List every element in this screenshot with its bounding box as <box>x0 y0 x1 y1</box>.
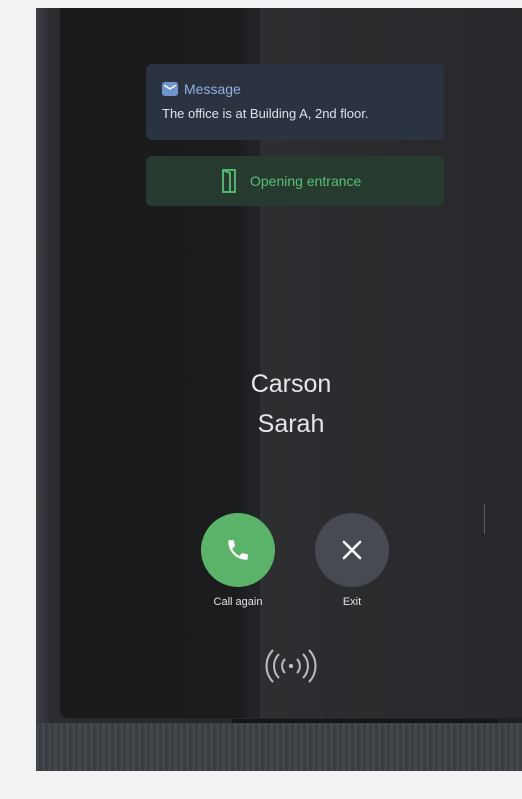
exit-label: Exit <box>342 596 362 608</box>
message-title: Message <box>184 81 241 97</box>
opening-entrance-status: Opening entrance <box>146 156 444 206</box>
call-again-button[interactable] <box>201 513 275 587</box>
intercom-device: Message The office is at Building A, 2nd… <box>36 8 522 771</box>
entrance-label: Opening entrance <box>250 173 362 189</box>
call-again-label: Call again <box>213 596 263 608</box>
caller-first-name: Carson <box>250 370 332 398</box>
intercom-screen: Message The office is at Building A, 2nd… <box>60 8 522 718</box>
device-bottom-panel <box>36 723 522 771</box>
message-envelope-icon <box>162 82 178 96</box>
divider <box>484 504 485 534</box>
phone-icon <box>228 540 248 560</box>
caller-last-name: Sarah <box>257 410 325 438</box>
close-icon <box>342 540 362 560</box>
nfc-icon <box>265 649 317 683</box>
message-text: The office is at Building A, 2nd floor. <box>162 106 369 121</box>
message-notification: Message The office is at Building A, 2nd… <box>146 64 444 140</box>
door-icon <box>222 169 236 193</box>
exit-button[interactable] <box>315 513 389 587</box>
